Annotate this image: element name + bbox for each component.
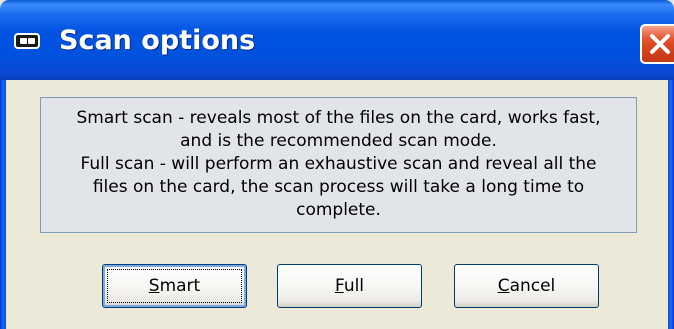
smart-button-label: mart [159, 276, 201, 296]
smart-scan-button[interactable]: Smart [102, 264, 247, 308]
cancel-button-accel: C [497, 276, 510, 296]
dialog-title: Scan options [59, 25, 256, 56]
description-line: Full scan - will perform an exhaustive s… [80, 154, 597, 174]
scan-description-box: Smart scan - reveals most of the files o… [40, 97, 637, 233]
title-bar[interactable]: Scan options [0, 0, 674, 80]
cancel-button-label: ancel [509, 276, 556, 296]
description-line: complete. [296, 200, 381, 220]
description-line: files on the card, the scan process will… [92, 177, 585, 197]
full-scan-button[interactable]: Full [277, 264, 422, 308]
scan-options-dialog: Scan options Smart scan - reveals most o… [0, 0, 674, 329]
description-line: and is the recommended scan mode. [180, 131, 497, 151]
smart-button-accel: S [148, 276, 160, 296]
close-button[interactable] [640, 24, 674, 64]
window-frame-left [0, 80, 6, 329]
card-reader-icon [14, 33, 40, 49]
close-icon [650, 34, 670, 54]
description-line: Smart scan - reveals most of the files o… [76, 108, 601, 128]
full-button-label: ull [343, 276, 365, 296]
window-frame-right [668, 80, 674, 329]
scan-description-text: Smart scan - reveals most of the files o… [41, 107, 636, 222]
full-button-accel: F [334, 276, 344, 296]
cancel-button[interactable]: Cancel [454, 264, 599, 308]
